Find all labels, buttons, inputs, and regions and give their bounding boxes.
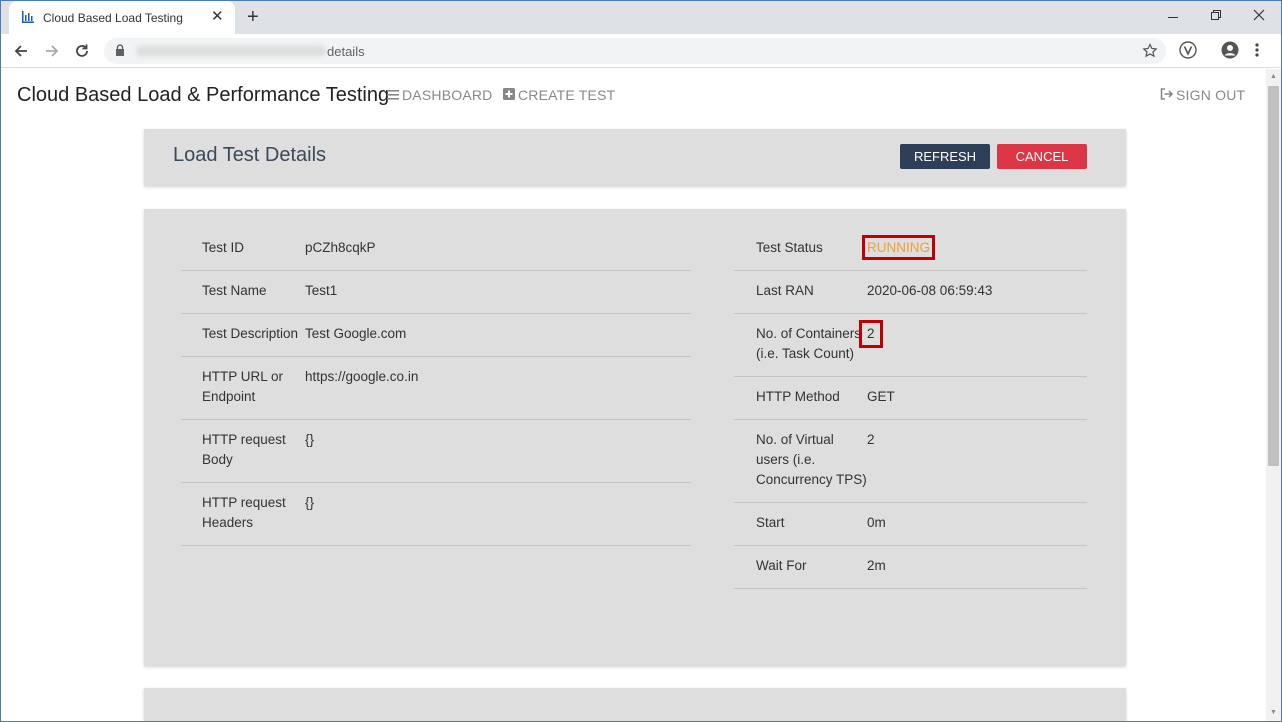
- detail-label: No. of Virtual users (i.e. Concurrency T…: [756, 432, 867, 487]
- detail-value-wrapper: 2: [859, 320, 883, 364]
- detail-row-virtual-users: No. of Virtual users (i.e. Concurrency T…: [734, 420, 1087, 503]
- detail-label: Last RAN: [756, 283, 814, 298]
- next-card: [144, 688, 1126, 721]
- nav-dashboard-link[interactable]: DASHBOARD: [387, 87, 492, 103]
- detail-row-http-body: HTTP request Body {}: [181, 420, 691, 483]
- browser-window: Cloud Based Load Testing ✕ + details Clo…: [0, 0, 1282, 722]
- scroll-down-icon[interactable]: ▼: [1270, 709, 1277, 716]
- back-icon[interactable]: [13, 43, 29, 59]
- detail-row-start: Start 0m: [734, 503, 1087, 546]
- url-text: details: [327, 44, 365, 59]
- page-content: Cloud Based Load & Performance Testing D…: [1, 69, 1266, 721]
- detail-row-test-status: Test Status RUNNING: [734, 228, 1087, 271]
- detail-label: Test Name: [202, 283, 267, 298]
- page-title: Load Test Details: [173, 144, 327, 166]
- extension-v-icon[interactable]: [1179, 41, 1197, 59]
- forward-icon[interactable]: [44, 43, 60, 59]
- detail-value: GET: [867, 389, 895, 404]
- detail-label: Start: [756, 515, 785, 530]
- address-bar[interactable]: details: [104, 38, 1166, 64]
- detail-row-http-headers: HTTP request Headers {}: [181, 483, 691, 546]
- scroll-up-icon[interactable]: ▲: [1270, 73, 1277, 80]
- detail-value: https://google.co.in: [305, 369, 419, 384]
- detail-row-test-description: Test Description Test Google.com: [181, 314, 691, 357]
- menu-dots-icon[interactable]: [1253, 41, 1261, 59]
- lock-icon: [116, 44, 124, 56]
- detail-row-http-method: HTTP Method GET: [734, 377, 1087, 420]
- bar-chart-icon: [22, 11, 34, 23]
- tab-strip: Cloud Based Load Testing ✕ +: [1, 1, 1281, 34]
- detail-label: HTTP request Body: [202, 432, 286, 467]
- sign-out-label: SIGN OUT: [1176, 87, 1246, 103]
- detail-label: HTTP request Headers: [202, 495, 286, 530]
- detail-row-wait-for: Wait For 2m: [734, 546, 1087, 589]
- detail-row-http-url: HTTP URL or Endpoint https://google.co.i…: [181, 357, 691, 420]
- detail-label: Test Status: [756, 240, 823, 255]
- profile-icon[interactable]: [1221, 41, 1239, 59]
- app-brand[interactable]: Cloud Based Load & Performance Testing: [17, 84, 389, 107]
- close-window-icon[interactable]: [1253, 9, 1265, 21]
- detail-value: 2: [867, 432, 875, 447]
- details-card: Test ID pCZh8cqkP Test Name Test1 Test D…: [144, 209, 1126, 666]
- detail-value: Test Google.com: [305, 326, 407, 341]
- status-badge: RUNNING: [862, 235, 935, 260]
- detail-value: Test1: [305, 283, 338, 298]
- bookmark-star-icon[interactable]: [1142, 43, 1158, 59]
- detail-value-wrapper: RUNNING: [862, 235, 935, 260]
- restore-icon[interactable]: [1210, 9, 1222, 21]
- detail-label: HTTP URL or Endpoint: [202, 369, 284, 404]
- nav-create-test-link[interactable]: CREATE TEST: [503, 87, 615, 103]
- scroll-thumb[interactable]: [1268, 86, 1279, 466]
- detail-value: 2m: [867, 558, 886, 573]
- details-right-column: Test Status RUNNING Last RAN 2020-06-08 …: [734, 228, 1087, 589]
- reload-icon[interactable]: [74, 43, 90, 59]
- detail-row-containers: No. of Containers (i.e. Task Count) 2: [734, 314, 1087, 377]
- url-redacted: [136, 46, 326, 56]
- detail-label: No. of Containers (i.e. Task Count): [756, 326, 862, 361]
- tab-close-icon[interactable]: ✕: [211, 9, 224, 25]
- detail-label: Test Description: [202, 326, 299, 341]
- sign-out-link[interactable]: SIGN OUT: [1160, 87, 1245, 103]
- detail-row-last-ran: Last RAN 2020-06-08 06:59:43: [734, 271, 1087, 314]
- detail-value: {}: [305, 495, 315, 510]
- detail-row-test-id: Test ID pCZh8cqkP: [181, 228, 691, 271]
- detail-label: Wait For: [756, 558, 807, 573]
- browser-toolbar: details: [1, 34, 1281, 68]
- detail-value: {}: [305, 432, 315, 447]
- page-scrollbar[interactable]: ▲ ▼: [1266, 69, 1281, 721]
- refresh-button[interactable]: REFRESH: [900, 144, 990, 169]
- detail-row-test-name: Test Name Test1: [181, 271, 691, 314]
- detail-value: 2020-06-08 06:59:43: [867, 283, 993, 298]
- minimize-icon[interactable]: [1167, 11, 1179, 23]
- details-left-column: Test ID pCZh8cqkP Test Name Test1 Test D…: [181, 228, 691, 546]
- detail-value: pCZh8cqkP: [305, 240, 376, 255]
- detail-label: Test ID: [202, 240, 245, 255]
- tab-title: Cloud Based Load Testing: [43, 11, 183, 25]
- list-icon: [387, 90, 399, 100]
- details-header-card: Load Test Details REFRESH CANCEL: [144, 129, 1126, 186]
- nav-dashboard-label: DASHBOARD: [402, 87, 493, 103]
- nav-create-test-label: CREATE TEST: [518, 87, 616, 103]
- plus-square-icon: [503, 88, 515, 100]
- browser-tab[interactable]: Cloud Based Load Testing ✕: [9, 1, 235, 34]
- new-tab-icon[interactable]: +: [247, 6, 259, 28]
- container-count: 2: [859, 320, 883, 348]
- cancel-button[interactable]: CANCEL: [997, 144, 1087, 169]
- detail-value: 0m: [867, 515, 886, 530]
- sign-out-icon: [1160, 88, 1173, 100]
- detail-label: HTTP Method: [756, 389, 840, 404]
